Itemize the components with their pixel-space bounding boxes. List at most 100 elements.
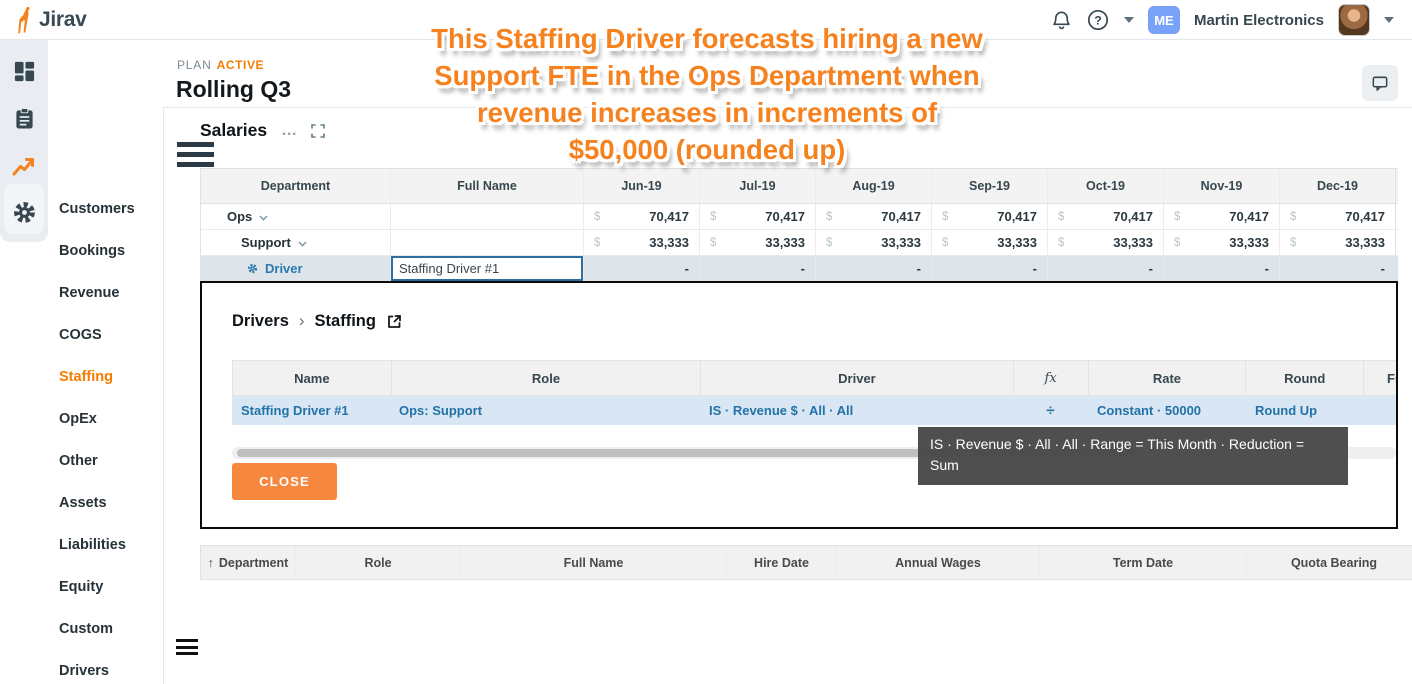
settings-gear-icon[interactable] — [0, 189, 48, 236]
value-cell-jul-19[interactable]: - — [699, 256, 815, 281]
sidebar-item-opex[interactable]: OpEx — [59, 398, 159, 440]
driver-round-cell[interactable]: Round Up — [1246, 396, 1364, 425]
sidebar-item-bookings[interactable]: Bookings — [59, 230, 159, 272]
currency-symbol: $ — [710, 237, 716, 249]
close-button[interactable]: CLOSE — [232, 463, 337, 500]
sidebar-item-customers[interactable]: Customers — [59, 188, 159, 230]
sidebar-item-drivers[interactable]: Drivers — [59, 650, 159, 684]
external-link-icon[interactable] — [386, 313, 403, 330]
cell-value: 33,333 — [881, 235, 921, 250]
plans-clipboard-icon[interactable] — [0, 95, 48, 142]
breadcrumb-drivers[interactable]: Drivers — [232, 312, 289, 331]
sort-ascending-icon: ↑ — [208, 556, 214, 570]
value-cell-nov-19[interactable]: $33,333 — [1163, 230, 1279, 255]
salaries-col-header-jun-19: Jun-19 — [583, 169, 699, 203]
sidebar-item-equity[interactable]: Equity — [59, 566, 159, 608]
driver-fr-cell[interactable] — [1364, 396, 1396, 425]
sidebar-item-liabilities[interactable]: Liabilities — [59, 524, 159, 566]
staff-col-header-department[interactable]: ↑Department — [200, 546, 295, 579]
salaries-table: DepartmentFull NameJun-19Jul-19Aug-19Sep… — [200, 168, 1398, 282]
currency-symbol: $ — [1290, 211, 1296, 223]
value-cell-aug-19[interactable]: $33,333 — [815, 230, 931, 255]
value-cell-sep-19[interactable]: $70,417 — [931, 204, 1047, 229]
forecast-trend-icon[interactable] — [0, 142, 48, 189]
row-drag-handle-icon[interactable] — [176, 639, 198, 659]
driver-name-cell[interactable]: Staffing Driver #1 — [390, 256, 583, 281]
driver-fx-cell[interactable]: ÷ — [1013, 396, 1088, 425]
staff-col-header-hire-date[interactable]: Hire Date — [726, 546, 836, 579]
breadcrumb-staffing[interactable]: Staffing — [315, 312, 376, 331]
full-name-cell[interactable] — [390, 204, 583, 229]
jirav-giraffe-icon — [13, 6, 35, 34]
full-name-cell[interactable] — [390, 230, 583, 255]
help-dropdown-caret-icon[interactable] — [1124, 17, 1134, 23]
cell-value: - — [801, 261, 805, 276]
plan-label: PLAN — [177, 58, 212, 72]
staff-col-header-annual-wages[interactable]: Annual Wages — [836, 546, 1039, 579]
sidebar-item-assets[interactable]: Assets — [59, 482, 159, 524]
jirav-logo[interactable]: Jirav — [13, 6, 87, 34]
driver-definition-row: Staffing Driver #1Ops: SupportIS · Reven… — [232, 396, 1396, 425]
account-dropdown-caret-icon[interactable] — [1384, 17, 1394, 23]
value-cell-jun-19[interactable]: $33,333 — [583, 230, 699, 255]
staff-col-header-role[interactable]: Role — [295, 546, 460, 579]
user-avatar[interactable] — [1338, 4, 1370, 36]
value-cell-aug-19[interactable]: - — [815, 256, 931, 281]
value-cell-sep-19[interactable]: - — [931, 256, 1047, 281]
dashboards-icon[interactable] — [0, 48, 48, 95]
value-cell-jul-19[interactable]: $33,333 — [699, 230, 815, 255]
sidebar-item-cogs[interactable]: COGS — [59, 314, 159, 356]
plan-name: Rolling Q3 — [176, 76, 291, 103]
department-cell-support[interactable]: Support — [200, 230, 390, 255]
value-cell-jun-19[interactable]: $70,417 — [583, 204, 699, 229]
value-cell-dec-19[interactable]: - — [1279, 256, 1396, 281]
cell-value: 33,333 — [1229, 235, 1269, 250]
value-cell-nov-19[interactable]: $70,417 — [1163, 204, 1279, 229]
salaries-row-support: Support$33,333$33,333$33,333$33,333$33,3… — [200, 230, 1398, 256]
notifications-bell-icon[interactable] — [1051, 9, 1072, 31]
comments-button[interactable] — [1362, 65, 1398, 101]
cell-value: - — [1149, 261, 1153, 276]
drivers-col-header-role: Role — [391, 361, 700, 395]
drivers-col-header-driver: Driver — [700, 361, 1012, 395]
value-cell-aug-19[interactable]: $70,417 — [815, 204, 931, 229]
value-cell-jun-19[interactable]: - — [583, 256, 699, 281]
salaries-expand-icon[interactable] — [311, 124, 325, 138]
value-cell-dec-19[interactable]: $33,333 — [1279, 230, 1396, 255]
staff-col-header-quota-bearing[interactable]: Quota Bearing — [1246, 546, 1412, 579]
value-cell-jul-19[interactable]: $70,417 — [699, 204, 815, 229]
department-cell-driver[interactable]: Driver — [200, 256, 390, 281]
drivers-panel: Drivers › Staffing NameRoleDriverfxRateR… — [200, 281, 1398, 529]
driver-gear-icon — [247, 263, 258, 274]
staff-col-header-full-name[interactable]: Full Name — [460, 546, 726, 579]
value-cell-oct-19[interactable]: $33,333 — [1047, 230, 1163, 255]
driver-driver-cell[interactable]: IS · Revenue $ · All · All — [700, 396, 1013, 425]
salaries-col-header-sep-19: Sep-19 — [931, 169, 1047, 203]
value-cell-dec-19[interactable]: $70,417 — [1279, 204, 1396, 229]
staff-col-header-term-date[interactable]: Term Date — [1039, 546, 1246, 579]
value-cell-oct-19[interactable]: - — [1047, 256, 1163, 281]
salaries-col-header-full-name: Full Name — [390, 169, 583, 203]
driver-rate-cell[interactable]: Constant · 50000 — [1088, 396, 1246, 425]
value-cell-sep-19[interactable]: $33,333 — [931, 230, 1047, 255]
sidebar-item-revenue[interactable]: Revenue — [59, 272, 159, 314]
currency-symbol: $ — [942, 211, 948, 223]
salaries-more-icon[interactable]: … — [281, 122, 298, 140]
icon-rail — [0, 40, 48, 242]
salaries-col-header-aug-19: Aug-19 — [815, 169, 931, 203]
help-icon[interactable]: ? — [1086, 8, 1110, 32]
value-cell-oct-19[interactable]: $70,417 — [1047, 204, 1163, 229]
driver-formula-tooltip: IS · Revenue $ · All · All · Range = Thi… — [918, 427, 1348, 485]
driver-role-cell[interactable]: Ops: Support — [390, 396, 700, 425]
annotation-overlay: This Staffing Driver forecasts hiring a … — [352, 20, 1062, 168]
driver-name-cell[interactable]: Staffing Driver #1 — [232, 396, 390, 425]
currency-symbol: $ — [594, 211, 600, 223]
layout-menu-icon[interactable] — [177, 142, 214, 167]
sidebar-item-other[interactable]: Other — [59, 440, 159, 482]
cell-value: 70,417 — [1113, 209, 1153, 224]
department-cell-ops[interactable]: Ops — [200, 204, 390, 229]
sidebar-item-staffing[interactable]: Staffing — [59, 356, 159, 398]
value-cell-nov-19[interactable]: - — [1163, 256, 1279, 281]
company-initials-badge: ME — [1148, 6, 1180, 34]
sidebar-item-custom[interactable]: Custom — [59, 608, 159, 650]
